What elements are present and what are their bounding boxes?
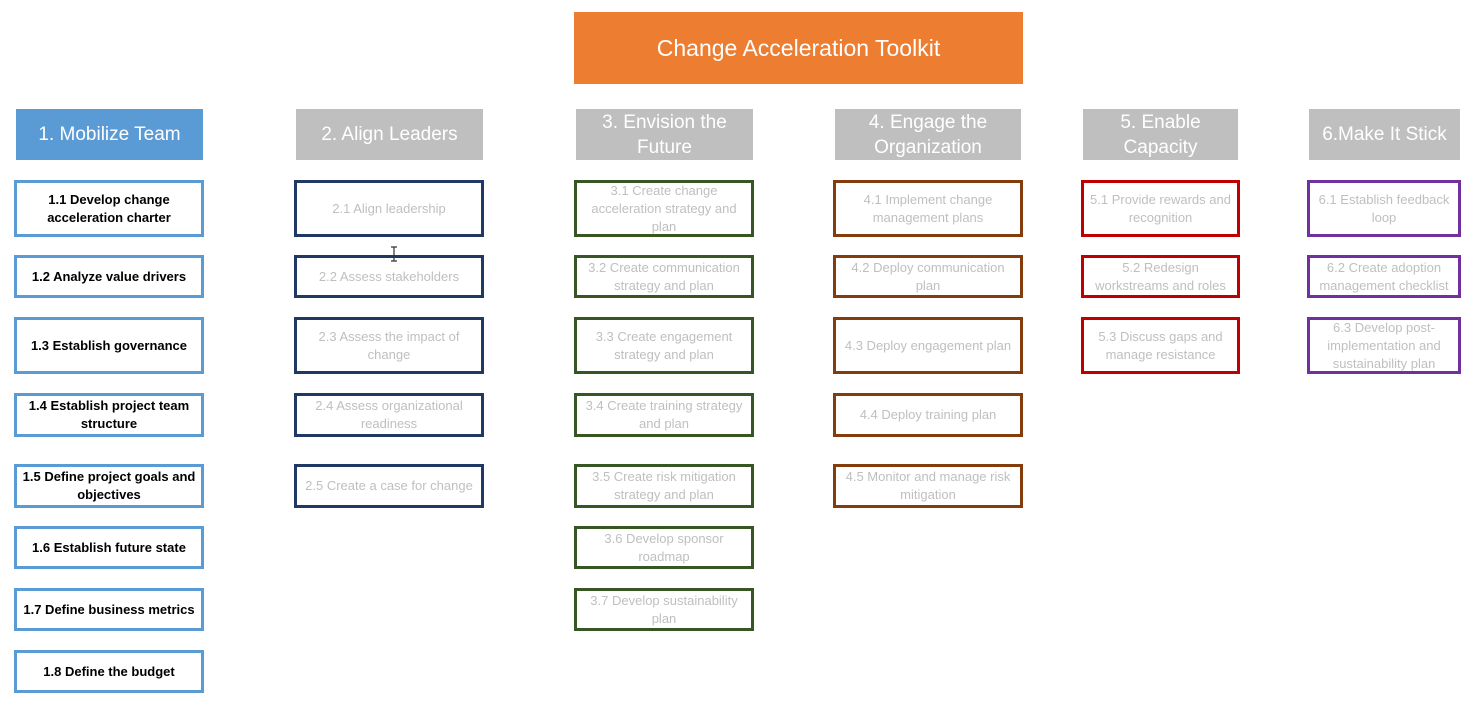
step-box-5-2[interactable]: 5.2 Redesign workstreams and roles (1081, 255, 1240, 298)
step-box-1-5[interactable]: 1.5 Define project goals and objectives (14, 464, 204, 508)
phase-header-4[interactable]: 4. Engage the Organization (835, 109, 1021, 160)
step-box-5-3[interactable]: 5.3 Discuss gaps and manage resistance (1081, 317, 1240, 374)
phase-header-5[interactable]: 5. Enable Capacity (1083, 109, 1238, 160)
step-box-4-5[interactable]: 4.5 Monitor and manage risk mitigation (833, 464, 1023, 508)
phase-header-1[interactable]: 1. Mobilize Team (16, 109, 203, 160)
step-box-4-2[interactable]: 4.2 Deploy communication plan (833, 255, 1023, 298)
step-box-6-1[interactable]: 6.1 Establish feedback loop (1307, 180, 1461, 237)
step-box-3-7[interactable]: 3.7 Develop sustainability plan (574, 588, 754, 631)
step-box-1-3[interactable]: 1.3 Establish governance (14, 317, 204, 374)
step-box-6-3[interactable]: 6.3 Develop post-implementation and sust… (1307, 317, 1461, 374)
step-box-3-4[interactable]: 3.4 Create training strategy and plan (574, 393, 754, 437)
step-box-2-3[interactable]: 2.3 Assess the impact of change (294, 317, 484, 374)
step-box-1-2[interactable]: 1.2 Analyze value drivers (14, 255, 204, 298)
step-box-3-1[interactable]: 3.1 Create change acceleration strategy … (574, 180, 754, 237)
step-box-1-8[interactable]: 1.8 Define the budget (14, 650, 204, 693)
text-cursor-icon (391, 246, 397, 262)
step-box-4-1[interactable]: 4.1 Implement change management plans (833, 180, 1023, 237)
step-box-4-3[interactable]: 4.3 Deploy engagement plan (833, 317, 1023, 374)
step-box-1-1[interactable]: 1.1 Develop change acceleration charter (14, 180, 204, 237)
step-box-3-6[interactable]: 3.6 Develop sponsor roadmap (574, 526, 754, 569)
step-box-3-3[interactable]: 3.3 Create engagement strategy and plan (574, 317, 754, 374)
step-box-4-4[interactable]: 4.4 Deploy training plan (833, 393, 1023, 437)
step-box-1-7[interactable]: 1.7 Define business metrics (14, 588, 204, 631)
step-box-2-5[interactable]: 2.5 Create a case for change (294, 464, 484, 508)
toolkit-title: Change Acceleration Toolkit (574, 12, 1023, 84)
phase-header-3[interactable]: 3. Envision the Future (576, 109, 753, 160)
step-box-1-4[interactable]: 1.4 Establish project team structure (14, 393, 204, 437)
step-box-2-4[interactable]: 2.4 Assess organizational readiness (294, 393, 484, 437)
step-box-2-1[interactable]: 2.1 Align leadership (294, 180, 484, 237)
step-box-5-1[interactable]: 5.1 Provide rewards and recognition (1081, 180, 1240, 237)
step-box-6-2[interactable]: 6.2 Create adoption management checklist (1307, 255, 1461, 298)
phase-header-6[interactable]: 6.Make It Stick (1309, 109, 1460, 160)
phase-header-2[interactable]: 2. Align Leaders (296, 109, 483, 160)
step-box-1-6[interactable]: 1.6 Establish future state (14, 526, 204, 569)
step-box-3-2[interactable]: 3.2 Create communication strategy and pl… (574, 255, 754, 298)
step-box-2-2[interactable]: 2.2 Assess stakeholders (294, 255, 484, 298)
step-box-3-5[interactable]: 3.5 Create risk mitigation strategy and … (574, 464, 754, 508)
